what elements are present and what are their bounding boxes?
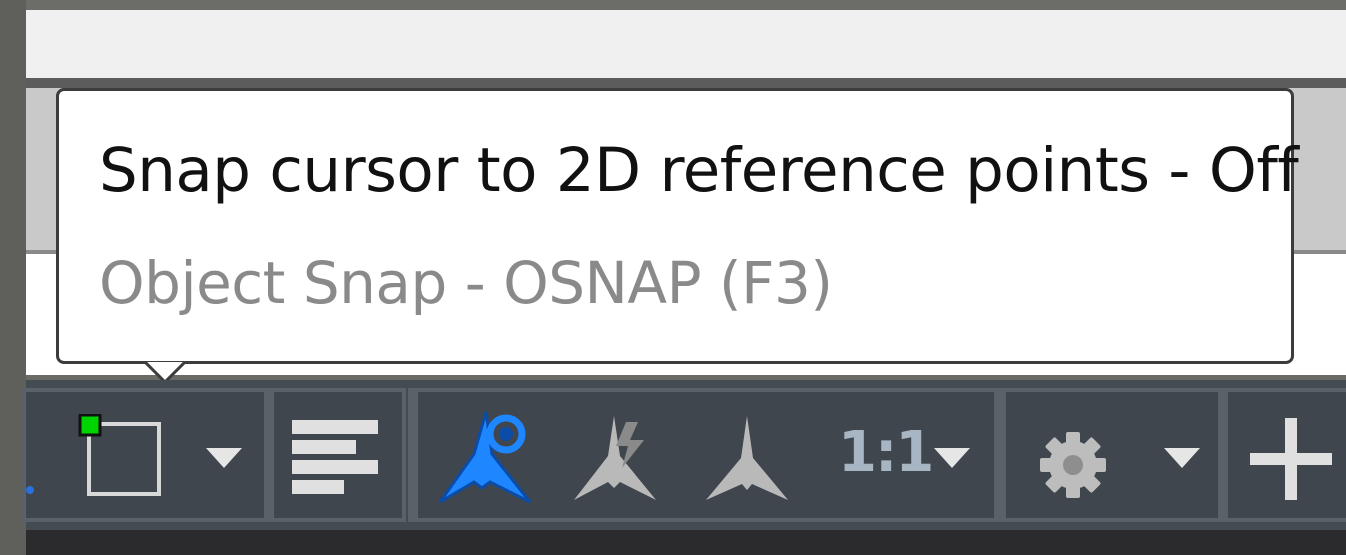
tooltip-subtitle: Object Snap - OSNAP (F3) [99, 249, 833, 317]
gear-dropdown-arrow-icon[interactable] [1164, 448, 1200, 470]
taskbar-edge [26, 530, 1346, 555]
annotation-scale-icon[interactable] [702, 410, 792, 506]
top-frame [26, 0, 1346, 10]
scale-dropdown-arrow-icon[interactable] [934, 448, 970, 470]
model-indicator-dot [26, 486, 34, 494]
annotation-scale-value[interactable]: 1:1 [838, 420, 934, 485]
osnap-tooltip: Snap cursor to 2D reference points - Off… [56, 88, 1299, 364]
window-separator [26, 78, 1346, 88]
add-icon[interactable] [1248, 416, 1334, 502]
auto-scale-icon[interactable] [570, 410, 666, 506]
tooltip-title: Snap cursor to 2D reference points - Off [99, 135, 1299, 206]
status-bar: 1:1 [22, 380, 1346, 530]
snap-dropdown-arrow-icon[interactable] [206, 448, 242, 470]
object-snap-icon[interactable] [78, 414, 168, 504]
window-header-area [26, 10, 1346, 78]
lineweight-icon[interactable] [292, 420, 382, 494]
workspace-gear-icon[interactable] [1038, 430, 1108, 500]
annotation-visibility-icon[interactable] [434, 406, 544, 510]
